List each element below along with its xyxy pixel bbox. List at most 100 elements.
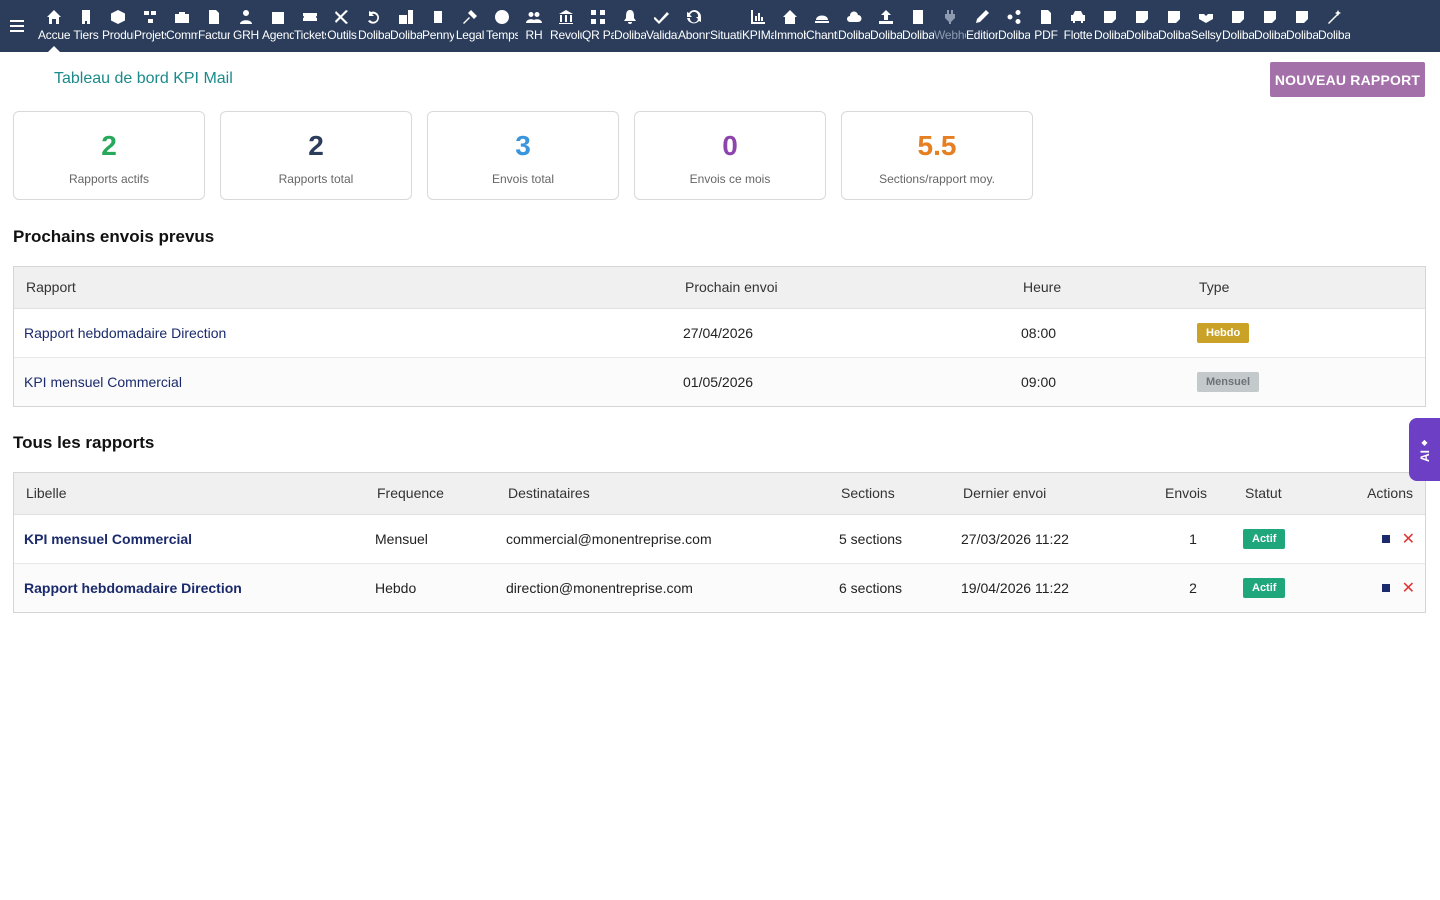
menu-item-31[interactable]: PDF (1030, 0, 1062, 52)
column-header-type[interactable]: Type (1187, 267, 1425, 309)
menu-item-1[interactable]: Tiers (70, 0, 102, 52)
menu-item-23[interactable]: Immobilier (774, 0, 806, 52)
menu-item-label: Webhook (934, 28, 966, 42)
menu-item-20[interactable]: Abonnements (678, 0, 710, 52)
menu-item-6[interactable]: GRH (230, 0, 262, 52)
menu-item-9[interactable]: Outils (326, 0, 358, 52)
table-row: Rapport hebdomadaire Direction Hebdo dir… (14, 563, 1425, 612)
qrcode-icon (589, 8, 607, 26)
send-time: 08:00 (1011, 308, 1187, 358)
note-icon (1133, 8, 1151, 26)
ticket-icon (301, 8, 319, 26)
column-header-time[interactable]: Heure (1011, 267, 1187, 309)
menu-item-39[interactable]: Dolibarr (1286, 0, 1318, 52)
menu-item-29[interactable]: Editions (966, 0, 998, 52)
report-link[interactable]: KPI mensuel Commercial (24, 531, 192, 547)
recipients-cell: commercial@monentreprise.com (496, 514, 829, 564)
sections-cell: 6 sections (839, 579, 903, 596)
edit-icon[interactable] (1381, 534, 1390, 543)
column-header-next-send[interactable]: Prochain envoi (673, 267, 1011, 309)
menu-item-4[interactable]: Commerce (166, 0, 198, 52)
menu-item-24[interactable]: Chantiers (806, 0, 838, 52)
menu-item-32[interactable]: Flotte (1062, 0, 1094, 52)
menu-item-12[interactable]: Pennylane (422, 0, 454, 52)
menu-item-25[interactable]: Dolibarr (838, 0, 870, 52)
menu-item-21[interactable]: Situations (710, 0, 742, 52)
menu-item-label: Dolibarr (838, 28, 870, 42)
pdf-icon (1037, 8, 1055, 26)
stat-card-active-reports: 2 Rapports actifs (13, 111, 205, 200)
menu-item-11[interactable]: Dolibarr (390, 0, 422, 52)
briefcase-doc-icon (397, 8, 415, 26)
stat-label: Rapports actifs (68, 172, 150, 186)
column-header-recipients[interactable]: Destinataires (496, 473, 829, 515)
project-icon (141, 8, 159, 26)
calendar-icon (269, 8, 287, 26)
menu-item-label: Projets (134, 28, 166, 42)
menu-item-label: Dolibarr (358, 28, 390, 42)
column-header-status[interactable]: Statut (1233, 473, 1333, 515)
top-navigation-bar: AccueilTiersProduitsProjetsCommerceFactu… (0, 0, 1440, 52)
column-header-sends[interactable]: Envois (1153, 473, 1233, 515)
menu-item-label: KPIMail (742, 28, 774, 42)
menu-item-label: Dolibarr (1318, 28, 1350, 42)
menu-item-16[interactable]: Revolut (550, 0, 582, 52)
menu-item-0[interactable]: Accueil (38, 0, 70, 52)
column-header-report[interactable]: Rapport (14, 267, 673, 309)
handshake-icon (1197, 8, 1215, 26)
menu-item-label: QR Pay (582, 28, 614, 42)
menu-item-40[interactable]: Dolibarr (1318, 0, 1350, 52)
menu-item-19[interactable]: Validation (646, 0, 678, 52)
user-tie-icon (237, 8, 255, 26)
menu-item-15[interactable]: RH (518, 0, 550, 52)
menu-item-33[interactable]: Dolibarr (1094, 0, 1126, 52)
column-header-label[interactable]: Libelle (14, 473, 365, 515)
edit-icon[interactable] (1381, 583, 1390, 592)
menu-item-26[interactable]: Dolibarr (870, 0, 902, 52)
menu-item-3[interactable]: Projets (134, 0, 166, 52)
menu-item-label: PDF (1034, 28, 1058, 42)
menu-item-27[interactable]: Dolibarr (902, 0, 934, 52)
report-link[interactable]: KPI mensuel Commercial (24, 374, 182, 390)
delete-icon[interactable]: ✕ (1402, 531, 1415, 548)
menu-item-label: Facturation (198, 28, 230, 42)
menu-item-30[interactable]: Dolibarr (998, 0, 1030, 52)
status-badge: Actif (1243, 577, 1286, 598)
new-report-button[interactable]: NOUVEAU RAPPORT (1270, 62, 1425, 97)
note-icon (1261, 8, 1279, 26)
hardhat-icon (813, 8, 831, 26)
menu-item-2[interactable]: Produits (102, 0, 134, 52)
menu-item-label: RH (525, 28, 543, 42)
column-header-frequency[interactable]: Frequence (365, 473, 496, 515)
menu-item-8[interactable]: Tickets (294, 0, 326, 52)
sends-count-cell: 2 (1189, 579, 1197, 596)
menu-item-22[interactable]: KPIMail (742, 0, 774, 52)
menu-item-38[interactable]: Dolibarr (1254, 0, 1286, 52)
menu-item-14[interactable]: Temps (486, 0, 518, 52)
menu-item-18[interactable]: Dolibarr (614, 0, 646, 52)
report-link[interactable]: Rapport hebdomadaire Direction (24, 325, 226, 341)
column-header-sections[interactable]: Sections (829, 473, 951, 515)
hamburger-menu-icon[interactable] (0, 0, 32, 52)
menu-item-35[interactable]: Dolibarr (1158, 0, 1190, 52)
menu-item-label: Dolibarr (1094, 28, 1126, 42)
menu-item-label: Dolibarr (1286, 28, 1318, 42)
menu-item-10[interactable]: Dolibarr (358, 0, 390, 52)
menu-item-37[interactable]: Dolibarr (1222, 0, 1254, 52)
ai-assistant-tab[interactable]: ◆ AI (1409, 418, 1440, 481)
magic-icon (1325, 8, 1343, 26)
menu-item-13[interactable]: Legal (454, 0, 486, 52)
menu-item-28[interactable]: Webhook (934, 0, 966, 52)
menu-item-label: Produits (102, 28, 134, 42)
report-link[interactable]: Rapport hebdomadaire Direction (24, 580, 242, 596)
column-header-last-send[interactable]: Dernier envoi (951, 473, 1153, 515)
menu-item-5[interactable]: Facturation (198, 0, 230, 52)
main-menu: AccueilTiersProduitsProjetsCommerceFactu… (32, 0, 1350, 52)
stat-label: Envois total (491, 172, 555, 186)
menu-item-36[interactable]: Sellsy (1190, 0, 1222, 52)
delete-icon[interactable]: ✕ (1402, 580, 1415, 597)
menu-item-7[interactable]: Agenda (262, 0, 294, 52)
menu-item-label: Abonnements (678, 28, 710, 42)
menu-item-17[interactable]: QR Pay (582, 0, 614, 52)
menu-item-34[interactable]: Dolibarr (1126, 0, 1158, 52)
